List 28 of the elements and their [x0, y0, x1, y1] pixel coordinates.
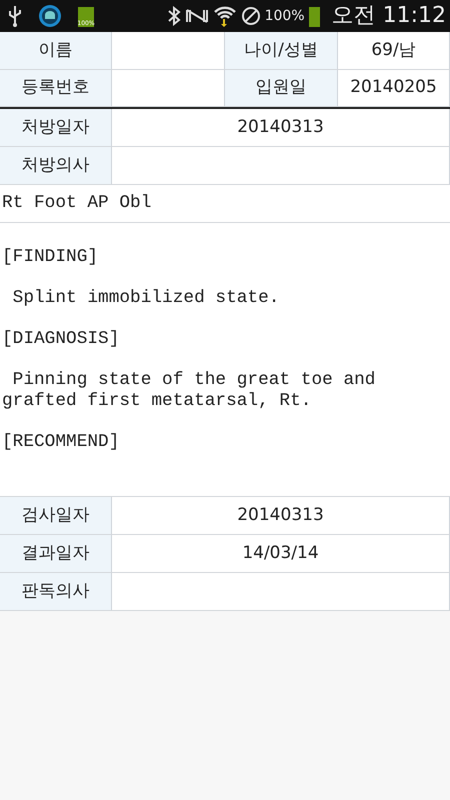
exam-title: Rt Foot AP Obl: [0, 185, 450, 223]
report-paragraph: [RECOMMEND]: [2, 432, 120, 452]
blocked-icon: [240, 6, 261, 26]
mute-vibrate-icon: [184, 7, 209, 25]
field-value: 20140313: [112, 109, 450, 147]
field-value: 20140313: [112, 497, 450, 535]
field-label: 결과일자: [0, 535, 112, 573]
wifi-icon: [212, 5, 237, 27]
report-paragraph: Pinning state of the great toe and grafted first metatarsal, Rt.: [2, 370, 376, 411]
battery-icon: [308, 5, 320, 27]
field-label: 처방의사: [0, 147, 112, 185]
clock: 오전 11:12: [332, 5, 446, 27]
battery-percent: 100%: [264, 6, 305, 26]
bluetooth-icon: [166, 6, 181, 26]
field-label: 판독의사: [0, 573, 112, 611]
field-label: 등록번호: [0, 70, 112, 107]
field-value: 14/03/14: [112, 535, 450, 573]
field-label: 이름: [0, 32, 112, 70]
field-value: 69/남: [338, 32, 450, 70]
field-label: 입원일: [225, 70, 338, 107]
field-label: 처방일자: [0, 109, 112, 147]
report-paragraph: [FINDING]: [2, 247, 100, 268]
usb-icon: [8, 5, 22, 27]
field-label: 나이/성별: [225, 32, 338, 70]
report-paragraph: [DIAGNOSIS]: [2, 329, 120, 350]
report-paragraph: Splint immobilized state.: [12, 288, 280, 308]
android-sync-icon: [38, 4, 62, 28]
field-label: 검사일자: [0, 497, 112, 535]
